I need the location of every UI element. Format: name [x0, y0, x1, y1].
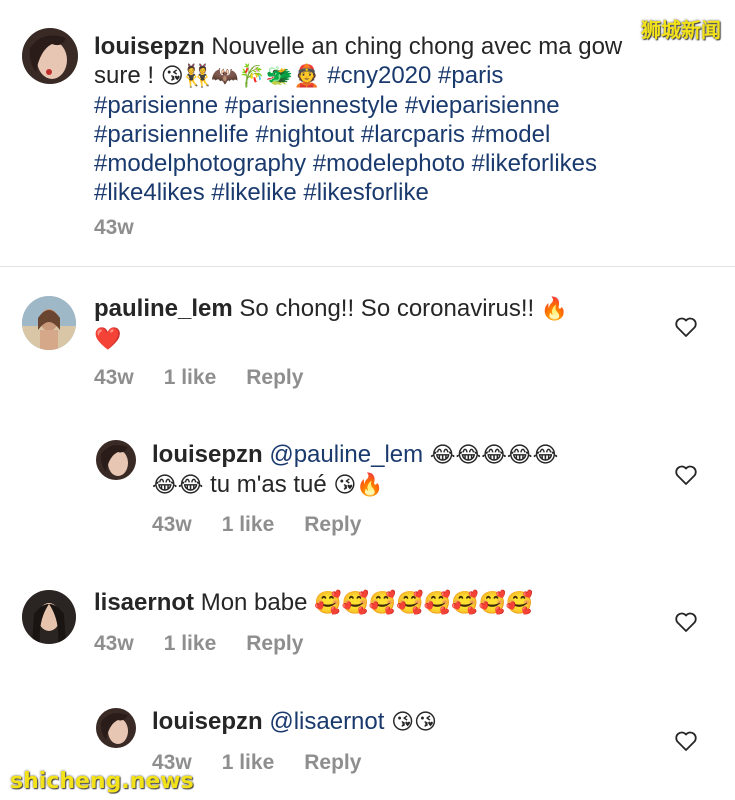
comment-3-username[interactable]: lisaernot — [94, 589, 194, 616]
caption-timestamp: 43w — [94, 216, 134, 239]
laughing-emojis: 😂😂😂😂😂 — [429, 443, 559, 468]
comment-3-meta: 43w 1 like Reply — [94, 632, 303, 656]
comment-3-timestamp: 43w — [94, 632, 134, 655]
hashtag-cny[interactable]: #cny2020 — [327, 62, 431, 89]
kiss-emojis: 😘😘 — [391, 710, 437, 735]
comment-2-text: louisepzn @pauline_lem 😂😂😂😂😂 😂😂 tu m'as … — [152, 440, 672, 500]
kiss-fire-emojis: 😘🔥 — [333, 473, 384, 498]
comment-2-mention[interactable]: @pauline_lem — [269, 441, 423, 468]
comment-1-likes[interactable]: 1 like — [164, 366, 217, 390]
comment-4-text: louisepzn @lisaernot 😘😘 — [152, 707, 672, 737]
laughing-emojis-2: 😂😂 — [152, 473, 204, 498]
comment-1-meta: 43w 1 like Reply — [94, 366, 303, 390]
comment-3-text: lisaernot Mon babe 🥰🥰🥰🥰🥰🥰🥰🥰 — [94, 588, 664, 618]
comment-1-timestamp: 43w — [94, 366, 134, 389]
comment-4-username[interactable]: louisepzn — [152, 708, 263, 735]
comment-4-mention[interactable]: @lisaernot — [269, 708, 384, 735]
caption-meta: 43w — [94, 216, 134, 240]
comment-1-text: pauline_lem So chong!! So coronavirus!! … — [94, 294, 664, 354]
comment-1-username[interactable]: pauline_lem — [94, 295, 233, 322]
comment-4-reply-button[interactable]: Reply — [304, 751, 361, 775]
heart-emoji: ❤️ — [94, 327, 122, 352]
avatar[interactable] — [22, 296, 76, 350]
hashtags-line-5[interactable]: #modelphotography #modelephoto #likeforl… — [94, 149, 694, 178]
avatar-photo — [96, 440, 136, 480]
hashtags-line-3[interactable]: #parisienne #parisiennestyle #vieparisie… — [94, 91, 694, 120]
comment-1-body: So chong!! So coronavirus!! — [239, 295, 535, 322]
comment-2-body: tu m'as tué — [210, 471, 327, 498]
comment-2-reply-button[interactable]: Reply — [304, 513, 361, 537]
avatar[interactable] — [96, 708, 136, 748]
like-heart-icon[interactable] — [674, 611, 698, 633]
avatar[interactable] — [96, 440, 136, 480]
like-heart-icon[interactable] — [674, 316, 698, 338]
caption-emojis: 😘👯🦇🎋🐲👲 — [160, 64, 321, 89]
like-heart-icon[interactable] — [674, 464, 698, 486]
comment-4-likes[interactable]: 1 like — [222, 751, 275, 775]
caption-line-2-prefix: sure ! — [94, 62, 155, 89]
avatar-photo — [22, 28, 78, 84]
comment-3-body: Mon babe — [200, 589, 308, 616]
avatar[interactable] — [22, 590, 76, 644]
divider — [0, 266, 735, 267]
hashtags-line-4[interactable]: #parisiennelife #nightout #larcparis #mo… — [94, 120, 694, 149]
caption-username[interactable]: louisepzn — [94, 33, 205, 60]
hashtag-paris[interactable]: #paris — [438, 62, 503, 89]
comment-3-reply-button[interactable]: Reply — [246, 632, 303, 656]
comment-3-likes[interactable]: 1 like — [164, 632, 217, 656]
caption-text: louisepzn Nouvelle an ching chong avec m… — [94, 32, 694, 207]
comment-1-reply-button[interactable]: Reply — [246, 366, 303, 390]
hashtags-line-6[interactable]: #like4likes #likelike #likesforlike — [94, 178, 694, 207]
like-heart-icon[interactable] — [674, 730, 698, 752]
fire-emoji: 🔥 — [540, 297, 569, 322]
smiling-hearts-emojis: 🥰🥰🥰🥰🥰🥰🥰🥰 — [314, 591, 534, 616]
avatar-photo — [22, 590, 76, 644]
comment-2-likes[interactable]: 1 like — [222, 513, 275, 537]
comment-2-username[interactable]: louisepzn — [152, 441, 263, 468]
comment-2-timestamp: 43w — [152, 513, 192, 536]
comment-2-meta: 43w 1 like Reply — [152, 513, 361, 537]
post-caption: louisepzn Nouvelle an ching chong avec m… — [0, 0, 735, 266]
avatar-photo — [96, 708, 136, 748]
caption-line-1: Nouvelle an ching chong avec ma gow — [211, 33, 623, 60]
avatar-photo — [22, 296, 76, 350]
watermark-bottom: shicheng.news — [10, 769, 194, 794]
avatar[interactable] — [22, 28, 78, 84]
